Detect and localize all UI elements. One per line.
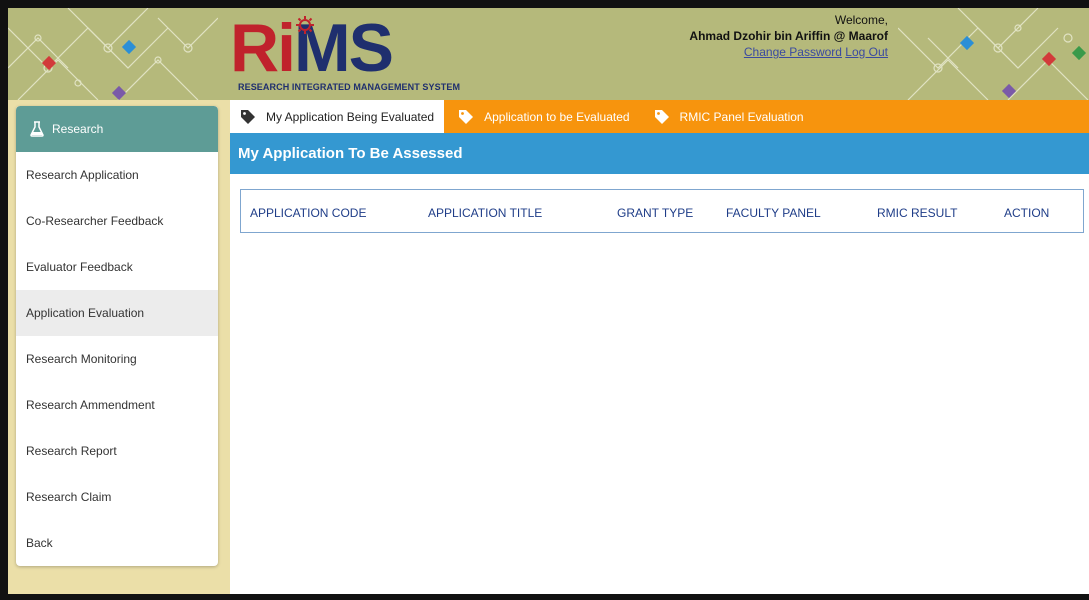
tab-my-application-being-evaluated[interactable]: My Application Being Evaluated: [230, 100, 445, 133]
applications-table: APPLICATION CODE APPLICATION TITLE GRANT…: [240, 189, 1084, 233]
tag-icon: [459, 109, 474, 124]
column-header-faculty-panel[interactable]: FACULTY PANEL: [726, 206, 821, 220]
sidebar-item-co-researcher-feedback[interactable]: Co-Researcher Feedback: [16, 198, 218, 244]
circuit-pattern-right-icon: [898, 8, 1089, 100]
sidebar-item-research-ammendment[interactable]: Research Ammendment: [16, 382, 218, 428]
gear-icon: [296, 16, 314, 34]
logo-letter-r: R: [230, 10, 279, 86]
column-header-action[interactable]: ACTION: [1004, 206, 1049, 220]
tab-bar: My Application Being Evaluated Applicati…: [230, 100, 1089, 133]
tab-label: RMIC Panel Evaluation: [679, 109, 804, 124]
sidebar-item-research-application[interactable]: Research Application: [16, 152, 218, 198]
column-header-application-title[interactable]: APPLICATION TITLE: [428, 206, 542, 220]
tag-icon: [654, 109, 669, 124]
header-banner: RiMS RESEARCH INTEGRATED MANAGEMENT SYST…: [8, 8, 1089, 100]
column-header-application-code[interactable]: APPLICATION CODE: [250, 206, 366, 220]
logout-link[interactable]: Log Out: [845, 45, 888, 59]
rims-logo[interactable]: RiMS RESEARCH INTEGRATED MANAGEMENT SYST…: [230, 14, 490, 98]
tag-icon: [241, 109, 255, 124]
sidebar-item-research-monitoring[interactable]: Research Monitoring: [16, 336, 218, 382]
welcome-block: Welcome, Ahmad Dzohir bin Ariffin @ Maar…: [628, 12, 888, 60]
tab-label: Application to be Evaluated: [484, 109, 630, 124]
tab-label: My Application Being Evaluated: [266, 109, 435, 124]
tab-application-to-be-evaluated[interactable]: Application to be Evaluated: [444, 100, 639, 133]
user-name: Ahmad Dzohir bin Ariffin @ Maarof: [689, 29, 888, 43]
column-header-grant-type[interactable]: GRANT TYPE: [617, 206, 693, 220]
app-window: RiMS RESEARCH INTEGRATED MANAGEMENT SYST…: [0, 0, 1089, 600]
welcome-greeting: Welcome,: [834, 13, 888, 27]
logo-tagline: RESEARCH INTEGRATED MANAGEMENT SYSTEM: [238, 82, 461, 92]
sidebar-menu: Research Research Application Co-Researc…: [16, 106, 218, 566]
tab-rmic-panel-evaluation[interactable]: RMIC Panel Evaluation: [640, 100, 814, 133]
sidebar-item-back[interactable]: Back: [16, 520, 218, 566]
sidebar-item-application-evaluation[interactable]: Application Evaluation: [16, 290, 218, 336]
logo-letter-i: i: [277, 10, 296, 86]
circuit-pattern-left-icon: [8, 8, 218, 100]
page-title: My Application To Be Assessed: [230, 133, 1089, 174]
sidebar-header[interactable]: Research: [16, 106, 218, 152]
column-header-rmic-result[interactable]: RMIC RESULT: [877, 206, 957, 220]
flask-icon: [30, 121, 44, 137]
sidebar-item-evaluator-feedback[interactable]: Evaluator Feedback: [16, 244, 218, 290]
sidebar-title: Research: [52, 122, 104, 136]
sidebar-item-research-report[interactable]: Research Report: [16, 428, 218, 474]
sidebar-item-research-claim[interactable]: Research Claim: [16, 474, 218, 520]
change-password-link[interactable]: Change Password: [744, 45, 842, 59]
